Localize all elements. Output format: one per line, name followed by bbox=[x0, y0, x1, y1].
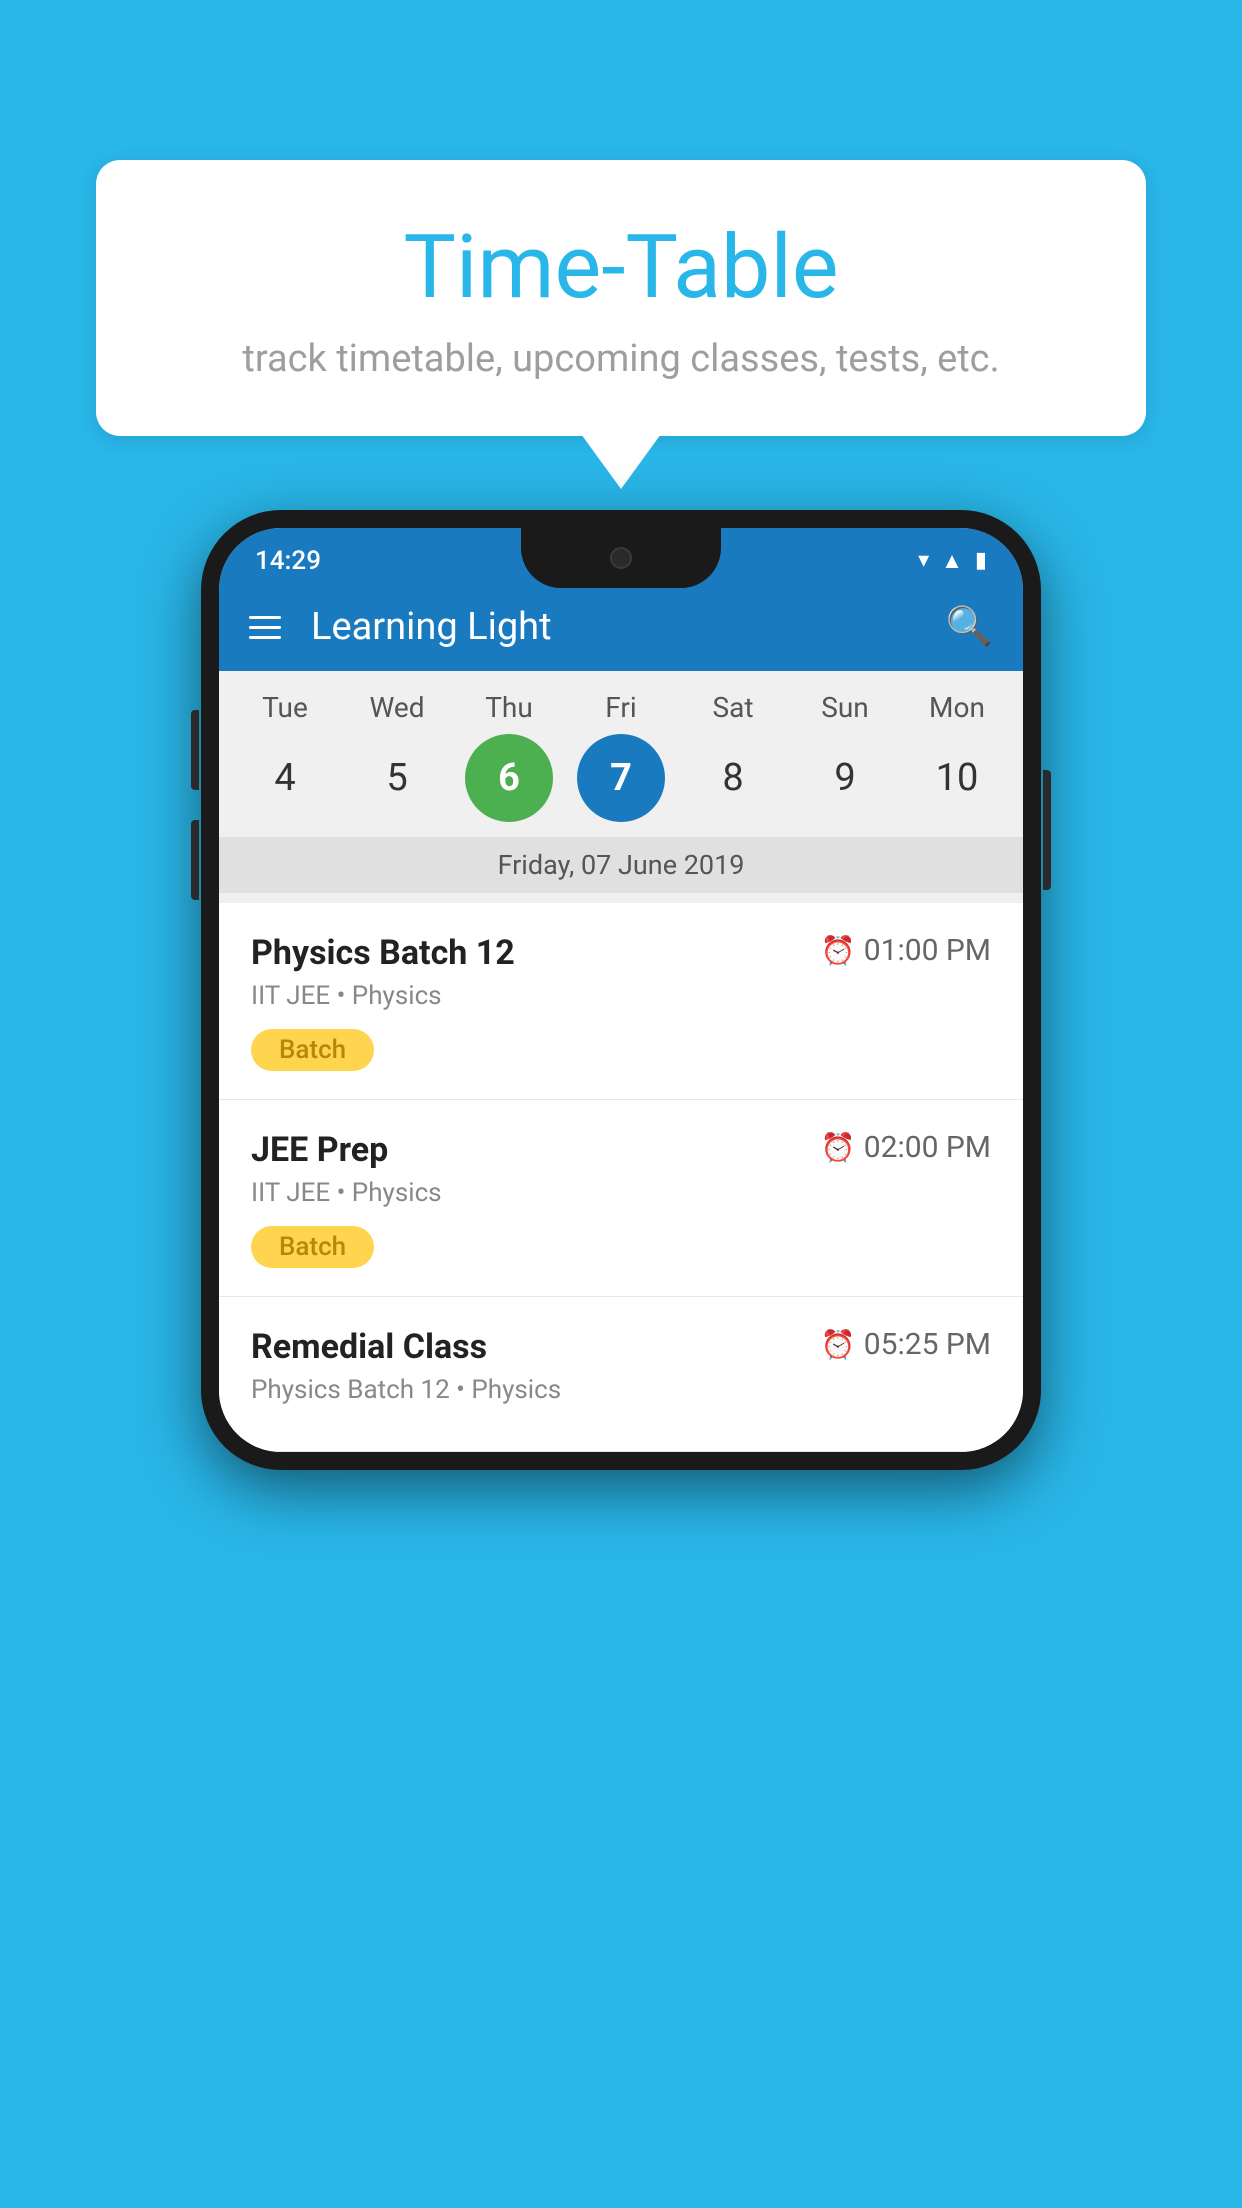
promo-card: Time-Table track timetable, upcoming cla… bbox=[96, 160, 1146, 489]
clock-icon: ⏰ bbox=[821, 1328, 856, 1361]
phone-outer: 14:29 ▾ ▲ ▮ Learning Light 🔍 bbox=[201, 510, 1041, 1470]
batch-tag: Batch bbox=[251, 1029, 374, 1071]
schedule-item-header: Physics Batch 12 ⏰ 01:00 PM bbox=[251, 933, 991, 973]
search-button[interactable]: 🔍 bbox=[946, 605, 993, 649]
signal-icon: ▲ bbox=[941, 548, 963, 574]
battery-icon: ▮ bbox=[975, 548, 987, 573]
batch-tag: Batch bbox=[251, 1226, 374, 1268]
volume-up-button bbox=[191, 710, 199, 790]
schedule-item[interactable]: Physics Batch 12 ⏰ 01:00 PM IIT JEE • Ph… bbox=[219, 903, 1023, 1100]
day-label: Thu bbox=[459, 691, 559, 724]
schedule-item[interactable]: Remedial Class ⏰ 05:25 PM Physics Batch … bbox=[219, 1297, 1023, 1452]
app-title: Learning Light bbox=[311, 605, 552, 649]
date-row: 456789 10 bbox=[219, 734, 1023, 822]
date-cell[interactable]: 7 bbox=[577, 734, 665, 822]
phone-screen: 14:29 ▾ ▲ ▮ Learning Light 🔍 bbox=[219, 528, 1023, 1452]
day-label: Fri bbox=[571, 691, 671, 724]
speech-bubble-tail bbox=[581, 434, 661, 489]
date-cell[interactable]: 8 bbox=[689, 734, 777, 822]
card-subtitle: track timetable, upcoming classes, tests… bbox=[156, 337, 1086, 381]
date-cell[interactable]: 6 bbox=[465, 734, 553, 822]
schedule-time: ⏰ 01:00 PM bbox=[821, 933, 991, 968]
selected-date-label: Friday, 07 June 2019 bbox=[219, 837, 1023, 893]
schedule-name: Remedial Class bbox=[251, 1327, 487, 1367]
day-label: Mon bbox=[907, 691, 1007, 724]
day-label: Tue bbox=[235, 691, 335, 724]
phone-notch bbox=[521, 528, 721, 588]
schedule-item[interactable]: JEE Prep ⏰ 02:00 PM IIT JEE • Physics Ba… bbox=[219, 1100, 1023, 1297]
date-cell[interactable]: 5 bbox=[353, 734, 441, 822]
schedule-sub: IIT JEE • Physics bbox=[251, 981, 991, 1011]
app-bar: Learning Light 🔍 bbox=[219, 583, 1023, 671]
schedule-name: Physics Batch 12 bbox=[251, 933, 515, 973]
day-label: Sun bbox=[795, 691, 895, 724]
schedule-list: Physics Batch 12 ⏰ 01:00 PM IIT JEE • Ph… bbox=[219, 903, 1023, 1452]
speech-bubble: Time-Table track timetable, upcoming cla… bbox=[96, 160, 1146, 436]
menu-icon[interactable] bbox=[249, 616, 281, 639]
schedule-sub: Physics Batch 12 • Physics bbox=[251, 1375, 991, 1405]
power-button bbox=[1043, 770, 1051, 890]
schedule-time: ⏰ 05:25 PM bbox=[821, 1327, 991, 1362]
phone-mockup: 14:29 ▾ ▲ ▮ Learning Light 🔍 bbox=[201, 510, 1041, 1470]
clock-icon: ⏰ bbox=[821, 934, 856, 967]
calendar: Tue Wed Thu Fri Sat Sun Mon 456789 10 Friday, 0… bbox=[219, 671, 1023, 903]
schedule-time: ⏰ 02:00 PM bbox=[821, 1130, 991, 1165]
card-title: Time-Table bbox=[156, 220, 1086, 317]
schedule-sub: IIT JEE • Physics bbox=[251, 1178, 991, 1208]
schedule-name: JEE Prep bbox=[251, 1130, 388, 1170]
date-cell[interactable]: 9 bbox=[801, 734, 889, 822]
day-label: Sat bbox=[683, 691, 783, 724]
schedule-item-header: JEE Prep ⏰ 02:00 PM bbox=[251, 1130, 991, 1170]
date-cell[interactable]: 10 bbox=[913, 734, 1001, 822]
front-camera bbox=[610, 547, 632, 569]
status-time: 14:29 bbox=[255, 546, 321, 576]
status-icons: ▾ ▲ ▮ bbox=[918, 548, 987, 574]
date-cell[interactable]: 4 bbox=[241, 734, 329, 822]
day-headers: Tue Wed Thu Fri Sat Sun Mon bbox=[219, 691, 1023, 724]
app-bar-left: Learning Light bbox=[249, 605, 552, 649]
volume-down-button bbox=[191, 820, 199, 900]
schedule-item-header: Remedial Class ⏰ 05:25 PM bbox=[251, 1327, 991, 1367]
wifi-icon: ▾ bbox=[918, 548, 929, 573]
day-label: Wed bbox=[347, 691, 447, 724]
clock-icon: ⏰ bbox=[821, 1131, 856, 1164]
